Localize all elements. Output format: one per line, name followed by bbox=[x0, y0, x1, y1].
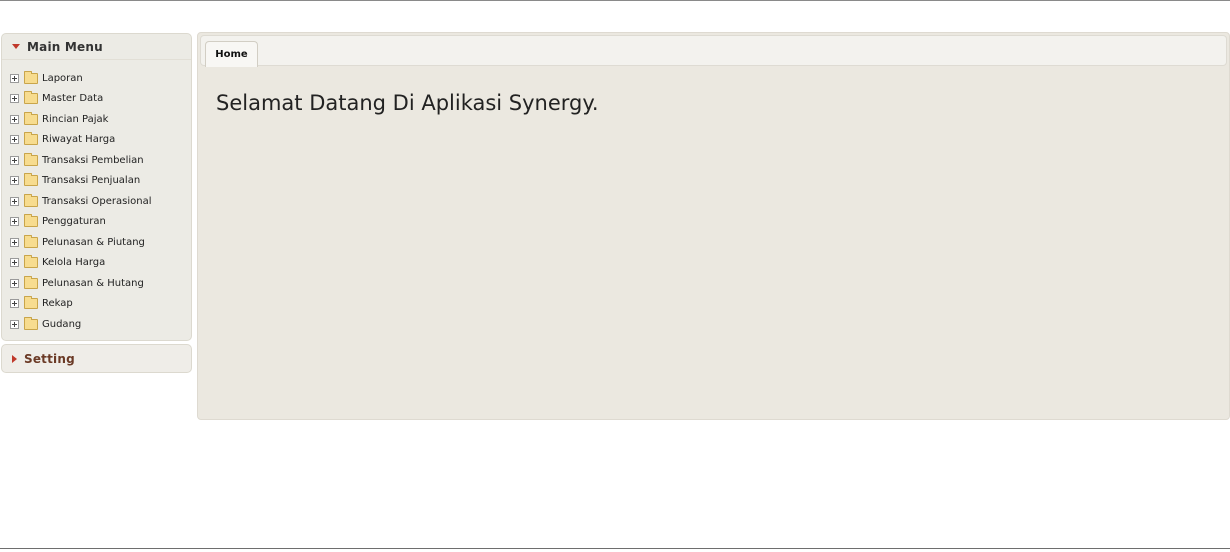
main-menu-panel: Main Menu Laporan Master Data Rincian Pa… bbox=[1, 33, 192, 341]
setting-title: Setting bbox=[24, 351, 75, 366]
tree-item-rekap[interactable]: Rekap bbox=[10, 294, 191, 315]
top-border-line bbox=[0, 0, 1230, 1]
main-content-panel: Home Selamat Datang Di Aplikasi Synergy. bbox=[197, 32, 1230, 420]
expanded-arrow-icon bbox=[12, 44, 20, 49]
tree-item-label: Master Data bbox=[42, 93, 104, 105]
tree-item-rincian-pajak[interactable]: Rincian Pajak bbox=[10, 109, 191, 130]
left-accordion: Main Menu Laporan Master Data Rincian Pa… bbox=[1, 33, 192, 373]
tree-item-laporan[interactable]: Laporan bbox=[10, 68, 191, 89]
tree-item-label: Transaksi Penjualan bbox=[42, 175, 141, 187]
tree-item-label: Transaksi Pembelian bbox=[42, 154, 144, 166]
folder-icon bbox=[24, 234, 38, 248]
tree-item-label: Gudang bbox=[42, 318, 82, 330]
main-menu-title: Main Menu bbox=[27, 39, 103, 54]
tree-item-label: Penggaturan bbox=[42, 216, 106, 228]
tree-item-transaksi-penjualan[interactable]: Transaksi Penjualan bbox=[10, 171, 191, 192]
expand-plus-icon[interactable] bbox=[10, 299, 19, 309]
tree-item-label: Laporan bbox=[42, 72, 83, 84]
tree-item-transaksi-pembelian[interactable]: Transaksi Pembelian bbox=[10, 150, 191, 171]
tree-item-penggaturan[interactable]: Penggaturan bbox=[10, 212, 191, 233]
tab-strip: Home bbox=[200, 35, 1227, 67]
tree-item-label: Pelunasan & Hutang bbox=[42, 277, 144, 289]
bottom-border-line bbox=[0, 548, 1230, 549]
folder-icon bbox=[24, 214, 38, 228]
tree-item-label: Kelola Harga bbox=[42, 257, 106, 269]
setting-header[interactable]: Setting bbox=[2, 345, 191, 372]
folder-icon bbox=[24, 173, 38, 187]
expand-plus-icon[interactable] bbox=[10, 237, 19, 247]
folder-icon bbox=[24, 193, 38, 207]
expand-plus-icon[interactable] bbox=[10, 73, 19, 83]
tree-item-label: Riwayat Harga bbox=[42, 134, 116, 146]
tree-item-label: Rekap bbox=[42, 298, 73, 310]
tree-item-pelunasan-hutang[interactable]: Pelunasan & Hutang bbox=[10, 273, 191, 294]
folder-icon bbox=[24, 132, 38, 146]
folder-icon bbox=[24, 152, 38, 166]
expand-plus-icon[interactable] bbox=[10, 278, 19, 288]
main-menu-tree: Laporan Master Data Rincian Pajak Riwaya… bbox=[2, 60, 191, 335]
expand-plus-icon[interactable] bbox=[10, 258, 19, 268]
folder-icon bbox=[24, 316, 38, 330]
tree-item-label: Rincian Pajak bbox=[42, 113, 109, 125]
tab-home[interactable]: Home bbox=[205, 41, 258, 67]
tree-item-label: Pelunasan & Piutang bbox=[42, 236, 145, 248]
expand-plus-icon[interactable] bbox=[10, 196, 19, 206]
folder-icon bbox=[24, 111, 38, 125]
folder-icon bbox=[24, 275, 38, 289]
expand-plus-icon[interactable] bbox=[10, 217, 19, 227]
expand-plus-icon[interactable] bbox=[10, 94, 19, 104]
expand-plus-icon[interactable] bbox=[10, 135, 19, 145]
folder-icon bbox=[24, 255, 38, 269]
tree-item-pelunasan-piutang[interactable]: Pelunasan & Piutang bbox=[10, 232, 191, 253]
tree-item-riwayat-harga[interactable]: Riwayat Harga bbox=[10, 130, 191, 151]
expand-plus-icon[interactable] bbox=[10, 176, 19, 186]
tree-item-kelola-harga[interactable]: Kelola Harga bbox=[10, 253, 191, 274]
welcome-message: Selamat Datang Di Aplikasi Synergy. bbox=[216, 91, 599, 115]
tree-item-transaksi-operasional[interactable]: Transaksi Operasional bbox=[10, 191, 191, 212]
collapsed-arrow-icon bbox=[12, 354, 17, 363]
main-menu-header[interactable]: Main Menu bbox=[2, 34, 191, 60]
setting-panel: Setting bbox=[1, 344, 192, 373]
tree-item-label: Transaksi Operasional bbox=[42, 195, 152, 207]
tree-item-gudang[interactable]: Gudang bbox=[10, 314, 191, 335]
folder-icon bbox=[24, 91, 38, 105]
tree-item-master-data[interactable]: Master Data bbox=[10, 89, 191, 110]
expand-plus-icon[interactable] bbox=[10, 319, 19, 329]
expand-plus-icon[interactable] bbox=[10, 114, 19, 124]
folder-icon bbox=[24, 70, 38, 84]
expand-plus-icon[interactable] bbox=[10, 155, 19, 165]
folder-icon bbox=[24, 296, 38, 310]
